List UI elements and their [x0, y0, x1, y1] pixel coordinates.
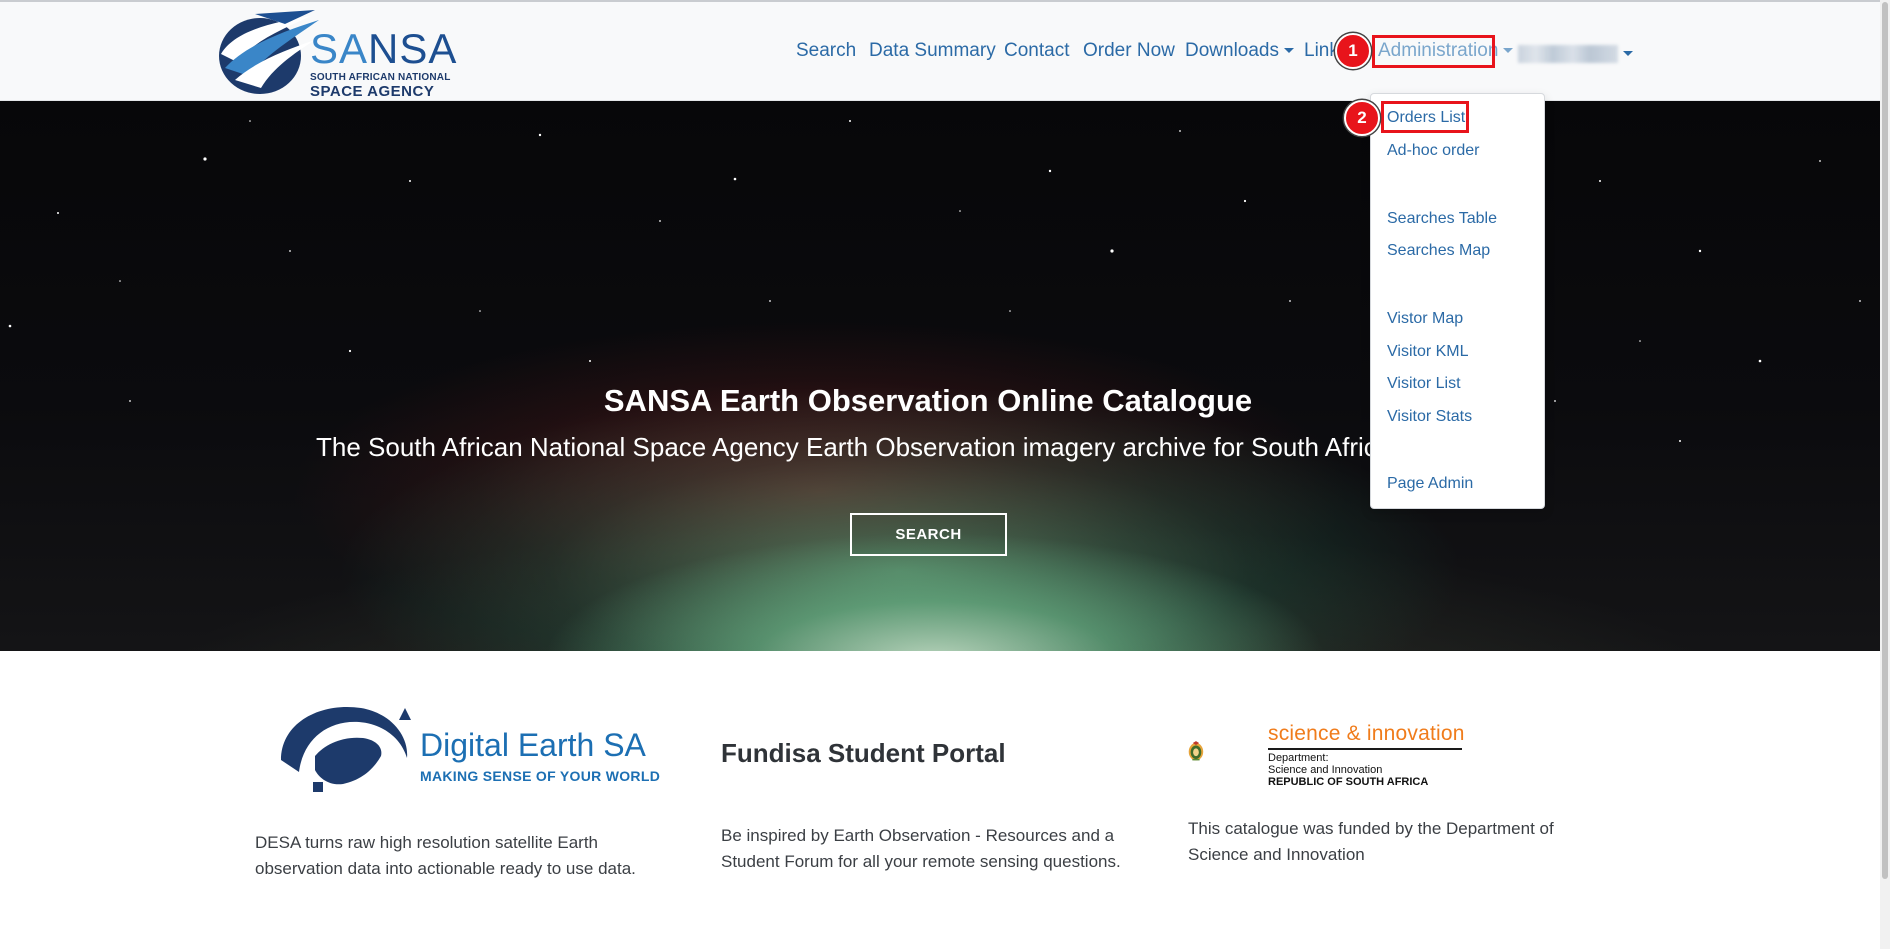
menu-item-searches-table[interactable]: Searches Table	[1387, 210, 1497, 228]
desa-description: DESA turns raw high resolution satellite…	[255, 833, 636, 878]
dsi-line-1: Department:	[1268, 752, 1329, 764]
fundisa-title[interactable]: Fundisa Student Portal	[721, 738, 1006, 769]
hero-banner: SANSA Earth Observation Online Catalogue…	[0, 101, 1880, 651]
dsi-divider	[1268, 748, 1462, 750]
menu-item-visitor-map[interactable]: Vistor Map	[1387, 310, 1463, 328]
dsi-brand-name: science & innovation	[1268, 722, 1465, 745]
administration-dropdown: Orders List Ad-hoc order Searches Table …	[1370, 93, 1545, 509]
menu-item-visitor-list[interactable]: Visitor List	[1387, 375, 1461, 393]
chevron-down-icon[interactable]	[1623, 51, 1633, 56]
nav-link[interactable]: Link	[1304, 40, 1339, 62]
nav-downloads-label: Downloads	[1185, 40, 1279, 61]
annotation-badge-1: 1	[1335, 33, 1371, 69]
menu-item-orders-list[interactable]: Orders List	[1387, 109, 1465, 127]
fundisa-description: Be inspired by Earth Observation - Resou…	[721, 826, 1121, 871]
annotation-badge-2: 2	[1344, 100, 1380, 136]
dsi-description: This catalogue was funded by the Departm…	[1188, 819, 1554, 864]
desa-logo-name: Digital Earth SA	[420, 727, 646, 763]
brand-wordmark[interactable]: SANSA SOUTH AFRICAN NATIONAL SPACE AGENC…	[310, 25, 458, 101]
highlight-box-administration	[1372, 35, 1495, 68]
coat-of-arms-icon[interactable]	[1188, 708, 1258, 794]
menu-item-page-admin[interactable]: Page Admin	[1387, 475, 1473, 493]
desa-logo-tagline: MAKING SENSE OF YOUR WORLD	[420, 768, 661, 784]
dsi-line-3: REPUBLIC OF SOUTH AFRICA	[1268, 776, 1429, 788]
user-menu-redacted[interactable]	[1518, 45, 1618, 63]
hero-search-button[interactable]: SEARCH	[850, 513, 1007, 556]
page: SANSA SOUTH AFRICAN NATIONAL SPACE AGENC…	[0, 0, 1890, 949]
menu-item-ad-hoc-order[interactable]: Ad-hoc order	[1387, 142, 1480, 160]
scrollbar-thumb[interactable]	[1882, 2, 1888, 879]
brand-subtitle2: SPACE AGENCY	[310, 83, 435, 100]
menu-item-searches-map[interactable]: Searches Map	[1387, 242, 1490, 260]
brand-name-part1: SA	[310, 25, 369, 72]
menu-item-visitor-stats[interactable]: Visitor Stats	[1387, 408, 1472, 426]
navbar: SANSA SOUTH AFRICAN NATIONAL SPACE AGENC…	[0, 2, 1880, 101]
nav-downloads[interactable]: Downloads	[1185, 40, 1294, 62]
chevron-down-icon	[1284, 48, 1294, 54]
brand-name-part2: NSA	[368, 25, 458, 72]
hero-title: SANSA Earth Observation Online Catalogue	[603, 383, 1253, 418]
nav-data-summary[interactable]: Data Summary	[869, 40, 996, 62]
nav-order-now[interactable]: Order Now	[1083, 40, 1175, 62]
hero-subtitle: The South African National Space Agency …	[316, 432, 1386, 462]
chevron-down-icon	[1503, 48, 1514, 54]
starfield-background	[8, 120, 1861, 442]
menu-item-visitor-kml[interactable]: Visitor KML	[1387, 343, 1469, 361]
nav-search[interactable]: Search	[796, 40, 856, 62]
brand-subtitle1: SOUTH AFRICAN NATIONAL	[310, 72, 451, 83]
nav-contact[interactable]: Contact	[1004, 40, 1069, 62]
dsi-line-2: Science and Innovation	[1268, 764, 1383, 776]
